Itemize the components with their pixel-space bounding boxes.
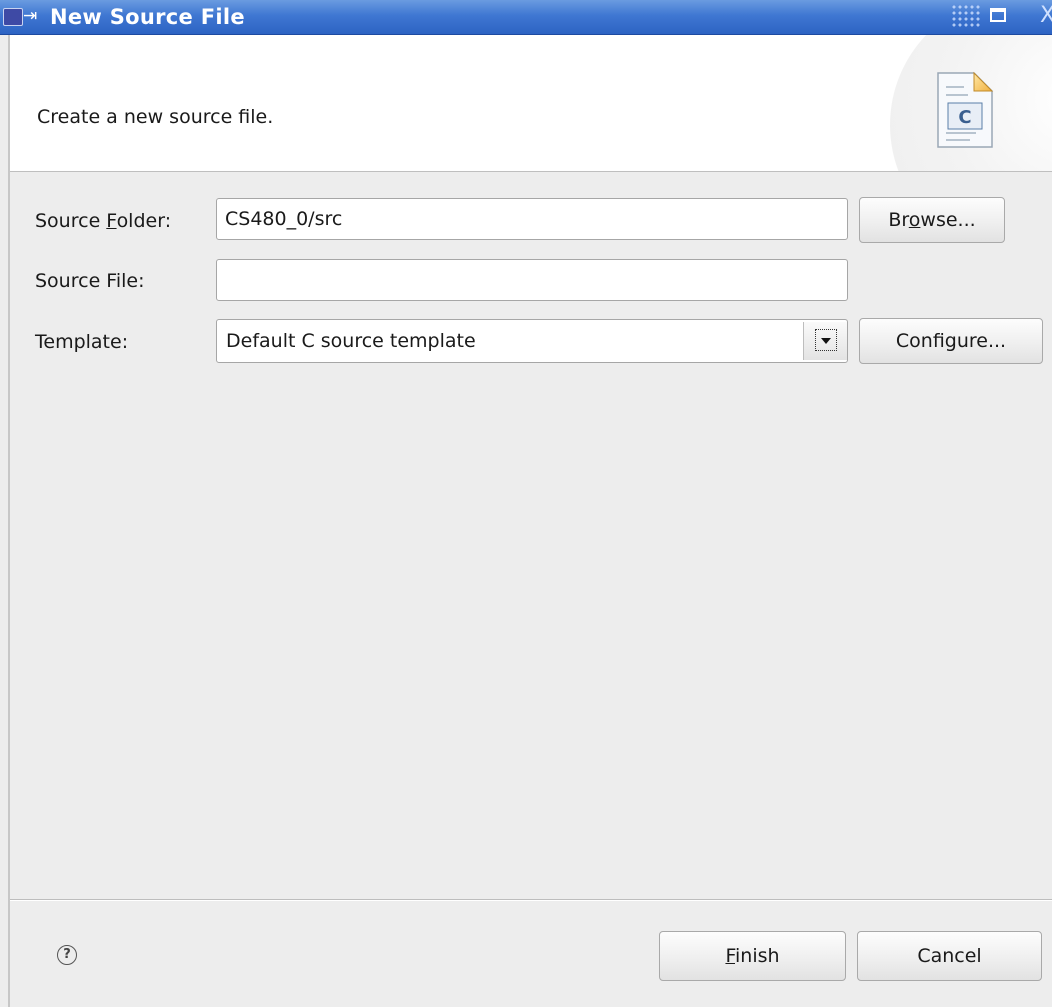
eclipse-app-icon[interactable] xyxy=(3,8,23,26)
template-selected-value: Default C source template xyxy=(226,330,476,352)
footer-divider-highlight xyxy=(10,900,1052,901)
titlebar-decoration-icon xyxy=(951,4,981,28)
source-folder-input[interactable]: CS480_0/src xyxy=(216,198,848,240)
template-dropdown-button[interactable] xyxy=(803,322,847,360)
title-bar[interactable]: ⇥ New Source File X xyxy=(0,0,1052,35)
template-label: Template: xyxy=(35,331,129,353)
pin-icon[interactable]: ⇥ xyxy=(23,6,37,26)
close-button[interactable]: X xyxy=(1040,2,1052,30)
c-letter: C xyxy=(958,107,971,128)
browse-button[interactable]: Browse... xyxy=(859,197,1005,243)
template-select[interactable]: Default C source template xyxy=(216,319,848,363)
source-file-label: Source File: xyxy=(35,270,145,292)
wizard-message: Create a new source file. xyxy=(37,106,274,128)
finish-button[interactable]: Finish xyxy=(659,931,846,981)
window-frame xyxy=(0,35,10,1007)
wizard-header: Create a new source file. C xyxy=(10,35,1052,172)
c-source-file-icon: C xyxy=(937,71,994,148)
cancel-button[interactable]: Cancel xyxy=(857,931,1042,981)
chevron-down-icon xyxy=(821,338,831,344)
configure-button[interactable]: Configure... xyxy=(859,318,1043,364)
source-file-input[interactable] xyxy=(216,259,848,301)
window-title: New Source File xyxy=(50,5,245,29)
source-folder-label: Source Folder: xyxy=(35,210,172,232)
help-icon[interactable]: ? xyxy=(57,945,77,965)
maximize-button[interactable] xyxy=(990,8,1006,22)
